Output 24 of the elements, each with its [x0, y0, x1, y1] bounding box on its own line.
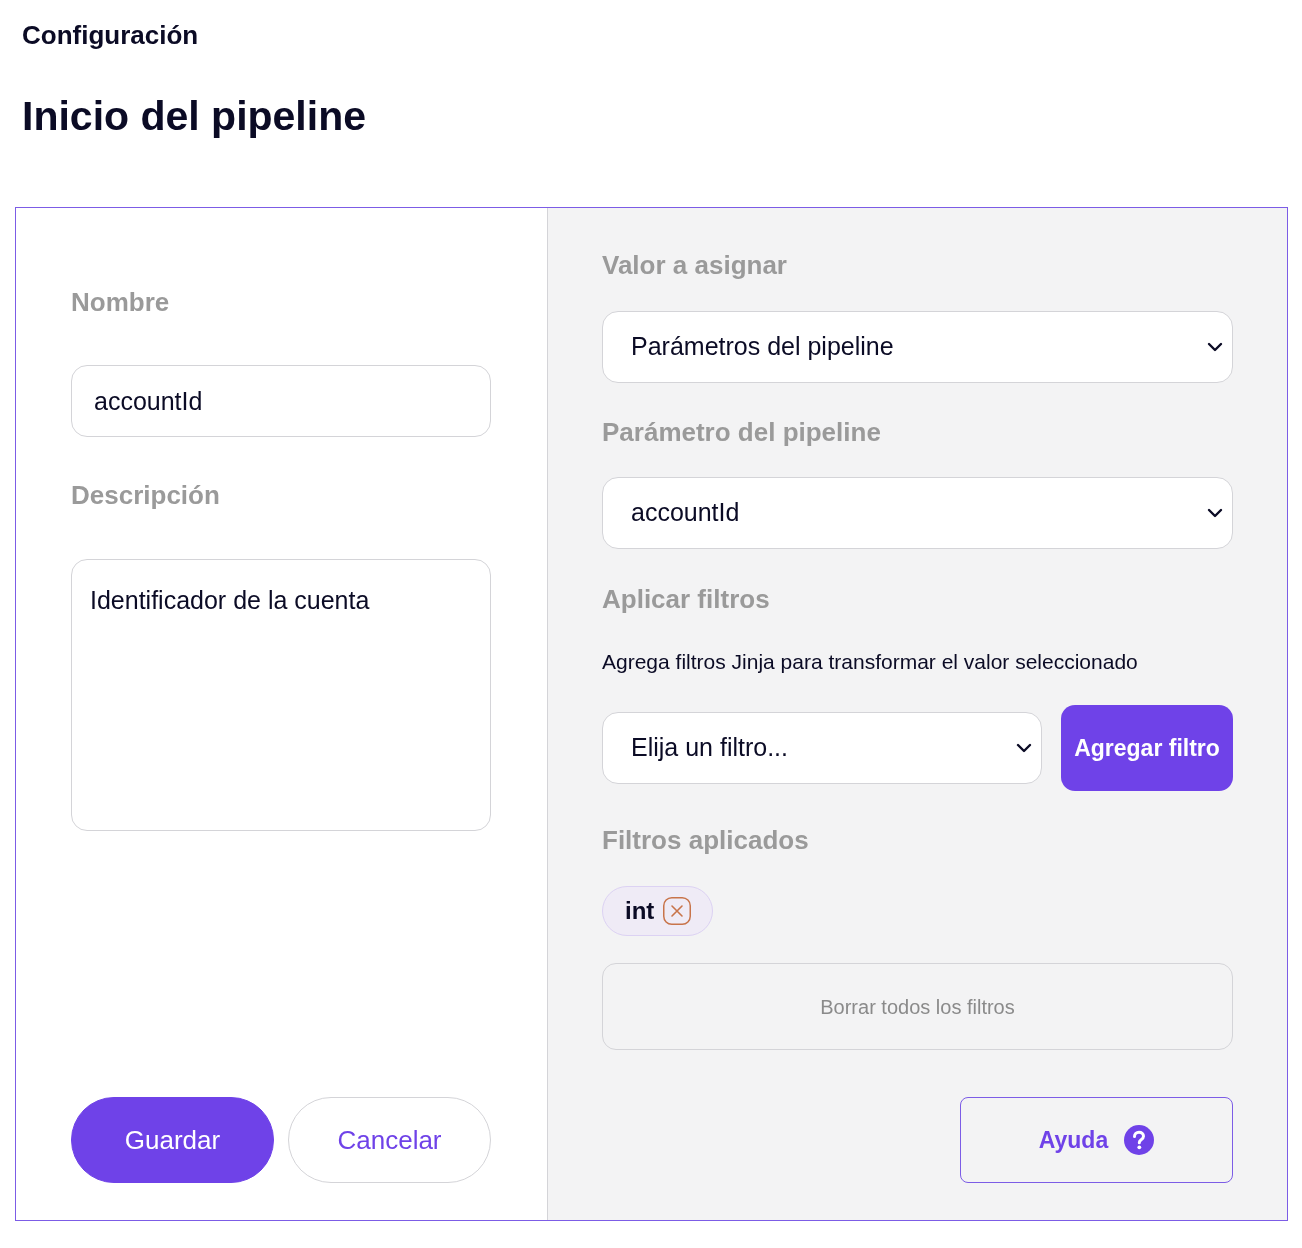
- field-label: Aplicar filtros: [602, 583, 770, 615]
- name-input[interactable]: accountId: [71, 365, 491, 437]
- cancel-button[interactable]: Cancelar: [288, 1097, 491, 1183]
- dropdown-field[interactable]: Parámetros del pipeline: [602, 311, 1233, 383]
- dropdown-field[interactable]: accountId: [602, 477, 1233, 549]
- field-label: Valor a asignar: [602, 249, 787, 281]
- dropdown-field[interactable]: Elija un filtro...: [602, 712, 1042, 784]
- description-textarea[interactable]: Identificador de la cuenta: [71, 559, 491, 831]
- filters-hint: Agrega filtros Jinja para transformar el valor seleccionado: [602, 649, 1138, 675]
- breadcrumb-label: Configuración: [22, 19, 199, 51]
- help-button[interactable]: Ayuda: [960, 1097, 1233, 1183]
- field-label: Descripción: [71, 479, 220, 511]
- field-label: Nombre: [71, 286, 170, 318]
- chevron-down-icon: [1207, 508, 1223, 518]
- save-button[interactable]: Guardar: [71, 1097, 274, 1183]
- help-icon: [1124, 1125, 1155, 1155]
- chip-label: int: [625, 896, 655, 926]
- field-label: Parámetro del pipeline: [602, 416, 881, 448]
- add-filter-button[interactable]: Agregar filtro: [1061, 705, 1233, 791]
- chevron-down-icon: [1207, 342, 1223, 352]
- page-title: Inicio del pipeline: [22, 92, 366, 141]
- remove-icon[interactable]: [663, 897, 692, 925]
- chevron-down-icon: [1016, 743, 1032, 753]
- field-label: Filtros aplicados: [602, 824, 809, 856]
